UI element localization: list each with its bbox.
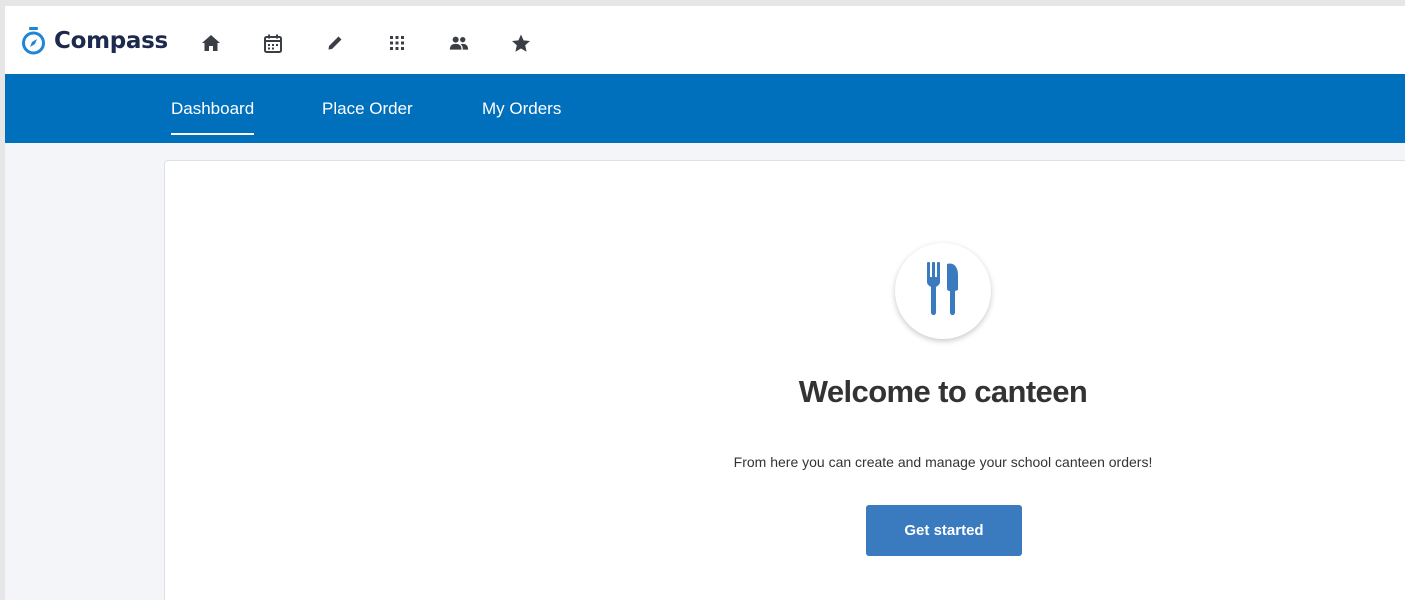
home-icon[interactable] bbox=[201, 33, 221, 53]
welcome-title: Welcome to canteen bbox=[798, 374, 1088, 409]
toolbar-icons bbox=[201, 31, 573, 55]
welcome-card: Welcome to canteen From here you can cre… bbox=[164, 160, 1405, 600]
tab-place-order-label: Place Order bbox=[322, 98, 413, 118]
app-window: Compass Dashboard Place Order My Orders … bbox=[5, 6, 1405, 600]
apps-grid-icon[interactable] bbox=[387, 33, 407, 53]
tab-place-order[interactable]: Place Order bbox=[322, 74, 413, 143]
compass-logo-icon bbox=[21, 26, 46, 56]
pencil-icon[interactable] bbox=[325, 33, 345, 53]
main-nav: Dashboard Place Order My Orders bbox=[5, 74, 1405, 143]
get-started-button[interactable]: Get started bbox=[866, 505, 1022, 556]
tab-my-orders-label: My Orders bbox=[482, 98, 562, 118]
canteen-icon-badge bbox=[895, 243, 991, 339]
people-icon[interactable] bbox=[449, 33, 469, 53]
calendar-icon[interactable] bbox=[263, 33, 283, 53]
cutlery-icon bbox=[926, 261, 960, 321]
welcome-description: From here you can create and manage your… bbox=[733, 454, 1153, 470]
star-icon[interactable] bbox=[511, 33, 531, 53]
tab-dashboard[interactable]: Dashboard bbox=[171, 74, 255, 143]
tab-my-orders[interactable]: My Orders bbox=[482, 74, 561, 143]
tab-dashboard-label: Dashboard bbox=[171, 98, 255, 118]
compass-logo-text: Compass bbox=[54, 28, 168, 54]
top-bar: Compass bbox=[5, 6, 1405, 74]
compass-logo[interactable]: Compass bbox=[21, 25, 168, 57]
